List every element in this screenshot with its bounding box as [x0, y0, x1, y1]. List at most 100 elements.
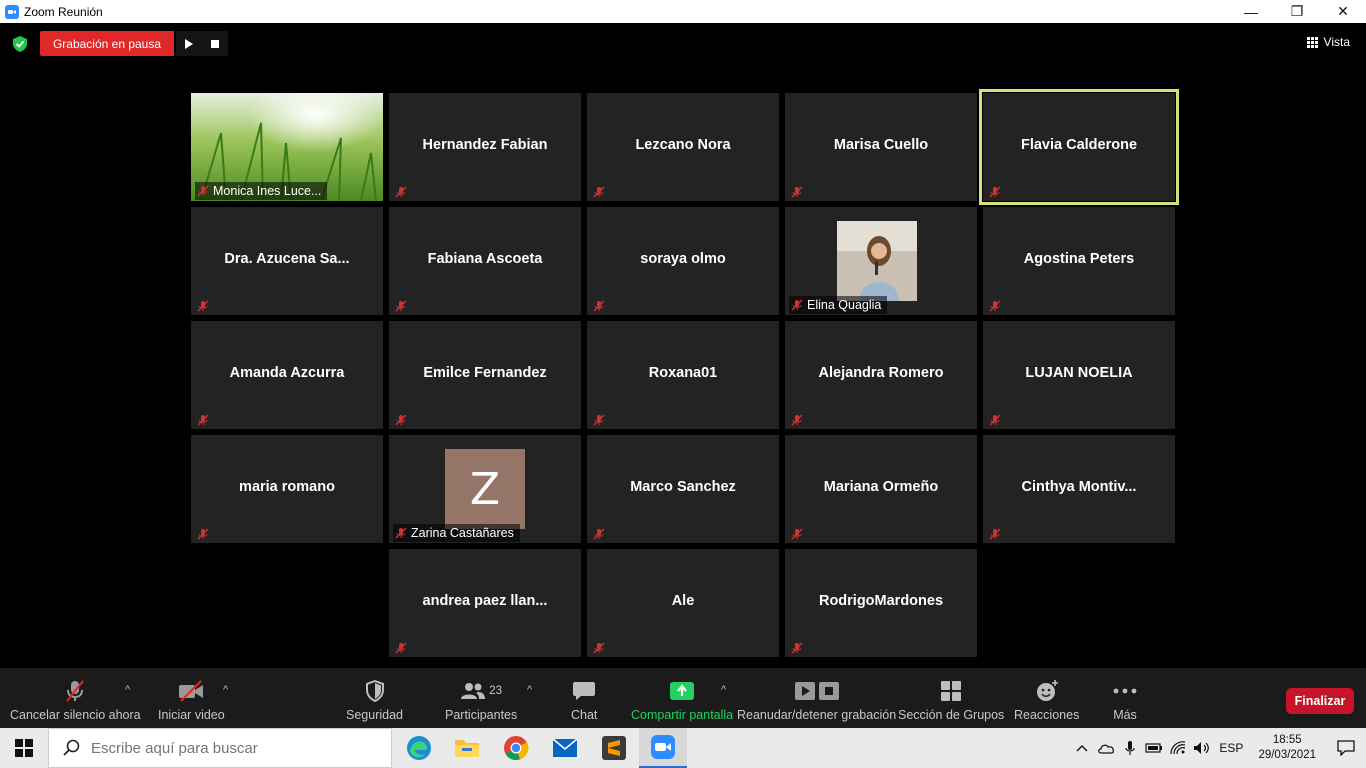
participant-tile[interactable]: Mariana Ormeño — [785, 435, 977, 543]
participant-name: Mariana Ormeño — [823, 479, 939, 495]
microphone-in-use-icon[interactable] — [1118, 740, 1142, 756]
chrome-browser-icon — [504, 736, 529, 760]
encryption-shield-icon[interactable] — [13, 36, 27, 52]
participant-name: Monica Ines Luce... — [213, 184, 322, 198]
participant-tile[interactable]: Amanda Azcurra — [191, 321, 383, 429]
view-button[interactable]: Vista — [1306, 35, 1350, 49]
share-screen-button[interactable]: Compartir pantalla — [631, 678, 733, 722]
maximize-button[interactable]: ❐ — [1274, 0, 1320, 23]
participant-tile[interactable]: Dra. Azucena Sa... — [191, 207, 383, 315]
participant-tile[interactable]: LUJAN NOELIA — [983, 321, 1175, 429]
muted-microphone-icon — [197, 527, 209, 540]
participants-count: 23 — [489, 685, 503, 697]
edge-app[interactable] — [395, 728, 443, 768]
participants-options-caret-icon[interactable]: ^ — [527, 684, 532, 696]
zoom-video-icon — [651, 735, 675, 759]
share-options-caret-icon[interactable]: ^ — [721, 684, 726, 696]
reactions-button[interactable]: Reacciones — [1014, 678, 1079, 722]
participant-name: Hernandez Fabian — [422, 137, 548, 153]
muted-microphone-icon — [791, 527, 803, 540]
volume-speaker-icon[interactable] — [1190, 741, 1214, 755]
stop-recording-button[interactable] — [202, 31, 228, 56]
participant-tile[interactable]: Roxana01 — [587, 321, 779, 429]
participant-tile[interactable]: Ale — [587, 549, 779, 657]
participant-name: Cinthya Montiv... — [1021, 479, 1137, 495]
file-explorer-app[interactable] — [443, 728, 491, 768]
participant-name-label: Elina Quaglia — [789, 296, 888, 314]
participant-tile[interactable]: Marco Sanchez — [587, 435, 779, 543]
sublime-text-app[interactable] — [590, 728, 638, 768]
participants-button[interactable]: 23 Participantes — [445, 678, 517, 722]
muted-microphone-icon — [593, 527, 605, 540]
muted-microphone-icon — [593, 641, 605, 654]
share-screen-label: Compartir pantalla — [631, 708, 734, 722]
clock-time: 18:55 — [1272, 734, 1302, 746]
participant-tile[interactable]: soraya olmo — [587, 207, 779, 315]
participant-tile[interactable]: Monica Ines Luce... — [191, 93, 383, 201]
window-title: Zoom Reunión — [24, 4, 103, 19]
end-meeting-button[interactable]: Finalizar — [1286, 688, 1354, 714]
participant-name: Fabiana Ascoeta — [427, 251, 543, 267]
show-hidden-icons-chevron-icon[interactable] — [1070, 744, 1094, 752]
participant-name: andrea paez llan... — [422, 593, 548, 609]
security-button[interactable]: Seguridad — [346, 678, 403, 722]
participant-tile[interactable]: Lezcano Nora — [587, 93, 779, 201]
muted-microphone-icon — [791, 185, 803, 198]
muted-microphone-icon — [791, 641, 803, 654]
mail-app[interactable] — [541, 728, 589, 768]
minimize-button[interactable]: — — [1228, 0, 1274, 23]
participant-tile[interactable]: Elina Quaglia — [785, 207, 977, 315]
play-recording-icon — [794, 682, 815, 700]
breakout-rooms-button[interactable]: Sección de Grupos — [898, 678, 1004, 722]
unmute-button[interactable]: Cancelar silencio ahora — [10, 678, 141, 722]
participant-name: Elina Quaglia — [807, 298, 882, 312]
muted-microphone-icon — [989, 185, 1001, 198]
start-video-button[interactable]: Iniciar video — [158, 678, 225, 722]
input-language-indicator[interactable]: ESP — [1214, 741, 1248, 755]
more-label: Más — [1113, 708, 1137, 722]
audio-options-caret-icon[interactable]: ^ — [125, 684, 130, 696]
chat-button[interactable]: Chat — [571, 678, 597, 722]
meeting-toolbar: Cancelar silencio ahora ^ Iniciar video … — [0, 668, 1366, 728]
onedrive-cloud-icon[interactable] — [1094, 742, 1118, 754]
meeting-top-bar: Grabación en pausa Vista — [0, 23, 1366, 65]
participant-tile[interactable]: Cinthya Montiv... — [983, 435, 1175, 543]
participant-tile[interactable]: Fabiana Ascoeta — [389, 207, 581, 315]
participant-name-label: Monica Ines Luce... — [195, 182, 328, 200]
participant-name-label: Zarina Castañares — [393, 524, 520, 542]
participant-tile[interactable]: Alejandra Romero — [785, 321, 977, 429]
close-button[interactable]: ✕ — [1320, 0, 1366, 23]
zoom-app[interactable] — [639, 728, 687, 768]
participant-tile[interactable]: Flavia Calderone — [979, 89, 1179, 205]
share-screen-icon — [670, 682, 695, 700]
notifications-button[interactable] — [1326, 740, 1366, 756]
muted-microphone-icon — [395, 527, 407, 539]
edge-browser-icon — [407, 736, 431, 760]
participant-tile[interactable]: Hernandez Fabian — [389, 93, 581, 201]
participant-tile[interactable]: Emilce Fernandez — [389, 321, 581, 429]
recording-status-badge[interactable]: Grabación en pausa — [40, 31, 174, 56]
muted-microphone-icon — [593, 413, 605, 426]
participant-tile[interactable]: andrea paez llan... — [389, 549, 581, 657]
participant-tile[interactable]: maria romano — [191, 435, 383, 543]
video-options-caret-icon[interactable]: ^ — [223, 684, 228, 696]
chrome-app[interactable] — [492, 728, 540, 768]
resume-stop-recording-button[interactable]: Reanudar/detener grabación — [737, 678, 896, 722]
participant-tile[interactable]: Agostina Peters — [983, 207, 1175, 315]
more-button[interactable]: Más — [1113, 678, 1137, 722]
participant-tile[interactable]: RodrigoMardones — [785, 549, 977, 657]
muted-microphone-icon — [791, 299, 803, 311]
participant-tile[interactable]: Marisa Cuello — [785, 93, 977, 201]
windows-logo-icon — [15, 739, 33, 757]
search-input[interactable] — [91, 739, 371, 757]
start-button[interactable] — [0, 728, 48, 768]
participant-tile[interactable]: Z Zarina Castañares — [389, 435, 581, 543]
battery-icon[interactable] — [1142, 742, 1166, 754]
wifi-icon[interactable] — [1166, 741, 1190, 755]
taskbar-search[interactable] — [48, 728, 392, 768]
participant-name: Alejandra Romero — [818, 365, 944, 381]
sublime-text-icon — [602, 736, 626, 760]
view-label: Vista — [1323, 35, 1350, 49]
clock[interactable]: 18:55 29/03/2021 — [1258, 733, 1316, 763]
resume-recording-button[interactable] — [176, 31, 202, 56]
